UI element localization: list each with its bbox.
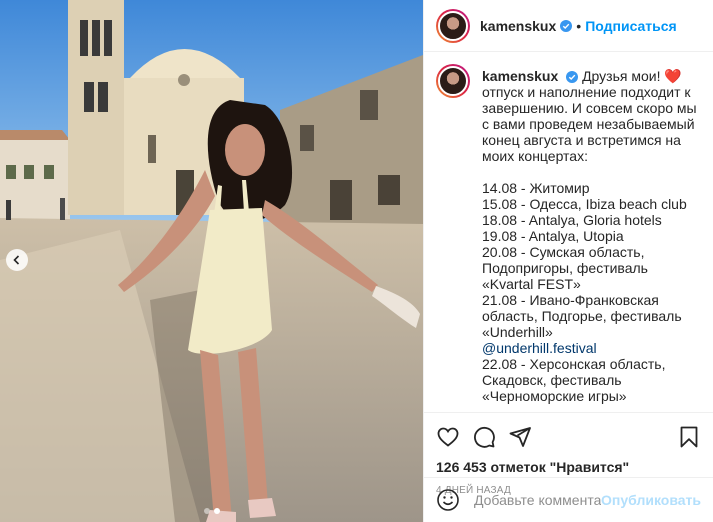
caption-text: kamenskux Друзья мои! ❤️ отпуск и наполн… [482, 68, 698, 404]
likes-count[interactable]: 126 453 отметок "Нравится" [436, 459, 701, 475]
comment-icon[interactable] [472, 425, 496, 449]
post-sidebar: kamenskux • Подписаться kamenskux Друзья… [423, 0, 713, 522]
post-photo[interactable] [0, 0, 423, 522]
schedule-item: 21.08 - Ивано-Франковская область, Подго… [482, 292, 682, 340]
schedule-item: 19.08 - Antalya, Utopia [482, 228, 624, 244]
caption-line-0: Друзья мои! [582, 68, 665, 84]
verified-badge-icon [560, 19, 573, 32]
schedule-item: 22.08 - Херсонская область, Скадовск, фе… [482, 356, 666, 404]
bookmark-icon[interactable] [677, 425, 701, 449]
header-separator: • [576, 17, 582, 34]
caption-avatar[interactable] [436, 64, 470, 98]
carousel-dot-active [213, 508, 220, 514]
schedule-item: 20.08 - Сумская область, Подопригоры, фе… [482, 244, 648, 292]
post-header: kamenskux • Подписаться [424, 0, 713, 52]
schedule-item: 14.08 - Житомир [482, 180, 590, 196]
carousel-prev-button[interactable] [6, 249, 28, 271]
schedule-item: 18.08 - Antalya, Gloria hotels [482, 212, 662, 228]
verified-badge-icon [566, 71, 579, 84]
photo-scene [0, 0, 423, 522]
chevron-left-icon [13, 255, 20, 265]
publish-button[interactable]: Опубликовать [601, 492, 701, 508]
avatar[interactable] [436, 8, 470, 43]
emoji-icon[interactable] [436, 488, 460, 512]
action-icons [436, 417, 701, 457]
follow-button[interactable]: Подписаться [585, 18, 677, 34]
caption: kamenskux Друзья мои! ❤️ отпуск и наполн… [436, 64, 701, 404]
caption-username[interactable]: kamenskux [482, 68, 558, 84]
share-icon[interactable] [508, 425, 532, 449]
schedule-item: 15.08 - Одесса, Ibiza beach club [482, 196, 687, 212]
comment-input[interactable] [474, 492, 602, 508]
comments-area: kamenskux Друзья мои! ❤️ отпуск и наполн… [424, 52, 713, 412]
add-comment-bar: Опубликовать [424, 477, 713, 522]
heart-emoji-icon: ❤️ [664, 68, 682, 84]
heart-icon[interactable] [436, 425, 460, 449]
post-actions: 126 453 отметок "Нравится" 4 дней назад … [424, 412, 713, 522]
mention-link[interactable]: @underhill.festival [482, 340, 698, 356]
caption-line-2: отпуск и наполнение подходит к завершени… [482, 84, 697, 164]
instagram-post: kamenskux • Подписаться kamenskux Друзья… [0, 0, 713, 522]
carousel-dot [203, 508, 210, 514]
carousel-indicator [0, 508, 423, 514]
header-username[interactable]: kamenskux [480, 18, 556, 34]
